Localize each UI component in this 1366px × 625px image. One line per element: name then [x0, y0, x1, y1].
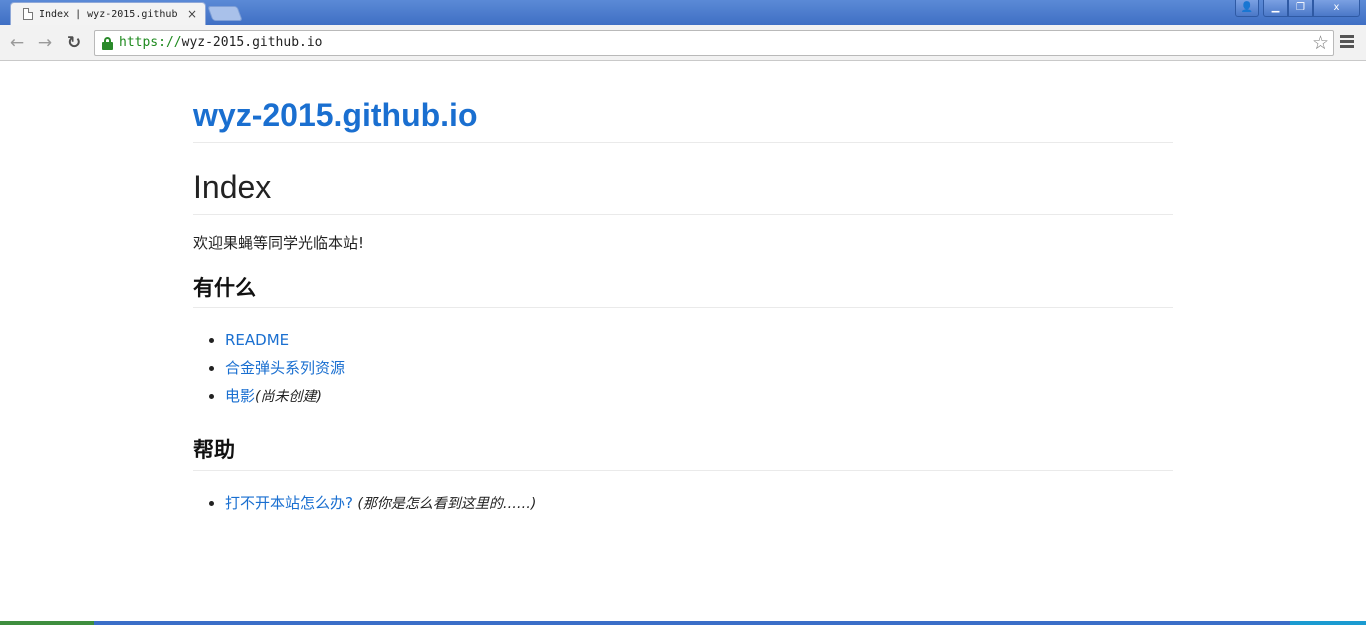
menu-icon[interactable] [1340, 35, 1354, 49]
user-icon[interactable]: 👤 [1235, 0, 1259, 17]
page-content: wyz-2015.github.io Index 欢迎果蝇等同学光临本站! 有什… [193, 61, 1173, 518]
new-tab-button[interactable] [207, 6, 243, 21]
url-scheme: https:// [119, 35, 182, 50]
help-list: 打不开本站怎么办? (那你是怎么看到这里的……) [225, 489, 1173, 518]
tab-close-button[interactable]: × [187, 7, 197, 21]
list-item: README [225, 326, 1173, 354]
tab-title: Index | wyz-2015.github.io [39, 8, 179, 20]
what-list: README 合金弹头系列资源 电影(尚未创建) [225, 326, 1173, 411]
close-button[interactable]: x [1313, 0, 1360, 17]
url-host: wyz-2015.github.io [181, 35, 323, 50]
page-heading: Index [193, 167, 1173, 215]
browser-toolbar: ← → ↻ https://wyz-2015.github.io ☆ [0, 25, 1366, 61]
title-bar: Index | wyz-2015.github.io × 👤 ▁ ❐ x [0, 0, 1366, 25]
list-item: 打不开本站怎么办? (那你是怎么看到这里的……) [225, 489, 1173, 518]
section-heading-help: 帮助 [193, 435, 1173, 471]
minimize-button[interactable]: ▁ [1263, 0, 1288, 17]
taskbar [0, 621, 1366, 625]
cannot-open-link[interactable]: 打不开本站怎么办? [225, 494, 353, 512]
metal-slug-resources-link[interactable]: 合金弹头系列资源 [225, 359, 345, 377]
back-button[interactable]: ← [6, 32, 28, 54]
list-item-note: (那你是怎么看到这里的……) [352, 496, 537, 512]
maximize-button[interactable]: ❐ [1288, 0, 1313, 17]
welcome-text: 欢迎果蝇等同学光临本站! [193, 234, 365, 252]
reload-button[interactable]: ↻ [63, 32, 85, 54]
lock-icon[interactable] [102, 37, 113, 50]
list-item: 电影(尚未创建) [225, 382, 1173, 411]
start-button[interactable] [0, 621, 94, 625]
bookmark-star-icon[interactable]: ☆ [1312, 32, 1329, 54]
forward-button[interactable]: → [34, 32, 56, 54]
address-bar[interactable]: https://wyz-2015.github.io ☆ [94, 30, 1334, 56]
list-item-note: (尚未创建) [255, 389, 322, 405]
page-icon [23, 8, 33, 20]
readme-link[interactable]: README [225, 331, 289, 349]
section-heading-what: 有什么 [193, 273, 1173, 308]
browser-tab[interactable]: Index | wyz-2015.github.io × [10, 2, 206, 25]
window-controls: 👤 ▁ ❐ x [1235, 0, 1360, 17]
list-item: 合金弹头系列资源 [225, 354, 1173, 382]
url-text[interactable]: https://wyz-2015.github.io [119, 35, 323, 50]
system-tray [1290, 621, 1366, 625]
site-title-link[interactable]: wyz-2015.github.io [193, 95, 1173, 143]
movies-link[interactable]: 电影 [225, 387, 255, 405]
